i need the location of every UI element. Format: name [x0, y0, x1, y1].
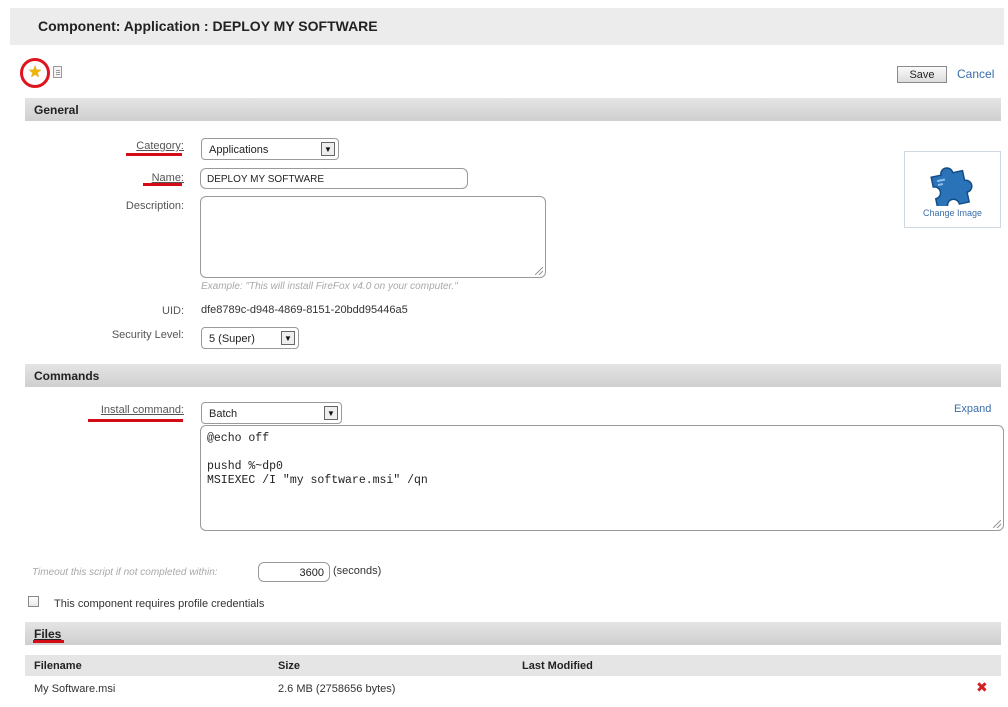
highlight-underline [126, 153, 182, 156]
profile-credentials-label: This component requires profile credenti… [54, 598, 265, 610]
section-title-files: Files [34, 627, 62, 641]
resize-grip-icon[interactable] [993, 520, 1001, 528]
timeout-input[interactable]: 3600 [258, 562, 330, 582]
page-title: Component: Application : DEPLOY MY SOFTW… [38, 18, 378, 34]
component-image[interactable]: Change Image [904, 151, 1001, 228]
section-title-commands: Commands [34, 369, 100, 383]
highlight-underline [88, 419, 183, 422]
category-select[interactable]: Applications ▼ [201, 138, 339, 160]
timeout-unit: (seconds) [333, 565, 382, 577]
description-label: Description: [125, 200, 184, 212]
save-button[interactable]: Save [897, 66, 947, 83]
star-icon: ★ [27, 64, 43, 81]
name-field[interactable]: DEPLOY MY SOFTWARE [200, 168, 468, 189]
uid-value: dfe8789c-d948-4869-8151-20bdd95446a5 [201, 304, 408, 316]
file-name-cell: My Software.msi [34, 683, 116, 695]
highlight-underline [143, 183, 182, 186]
section-header-files: Files [25, 622, 1001, 645]
highlight-underline [33, 640, 64, 643]
expand-link[interactable]: Expand [954, 403, 991, 415]
title-bar: Component: Application : DEPLOY MY SOFTW… [10, 8, 1004, 45]
profile-credentials-checkbox[interactable] [28, 596, 39, 607]
section-header-commands: Commands [25, 364, 1001, 387]
column-header-filename: Filename [34, 660, 82, 672]
install-command-label: Install command: [100, 404, 184, 416]
timeout-label: Timeout this script if not completed wit… [32, 567, 218, 578]
cancel-link[interactable]: Cancel [957, 67, 994, 81]
description-hint: Example: "This will install FireFox v4.0… [201, 281, 458, 292]
delete-file-icon[interactable]: ✖ [976, 680, 988, 694]
puzzle-piece-icon [930, 167, 973, 210]
security-level-value: 5 (Super) [209, 333, 255, 345]
category-label: Category: [136, 140, 184, 152]
security-level-select[interactable]: 5 (Super) ▼ [201, 327, 299, 349]
files-table-header: Filename Size Last Modified [25, 655, 1001, 676]
install-command-type-select[interactable]: Batch ▼ [201, 402, 342, 424]
file-size-cell: 2.6 MB (2758656 bytes) [278, 683, 396, 695]
favorite-star-button[interactable]: ★ [20, 58, 50, 88]
uid-label: UID: [162, 305, 184, 317]
install-script-editor[interactable]: @echo off pushd %~dp0 MSIEXEC /I "my sof… [200, 425, 1004, 531]
chevron-down-icon: ▼ [281, 331, 295, 345]
security-level-label: Security Level: [111, 329, 184, 341]
document-icon[interactable] [53, 66, 62, 78]
chevron-down-icon: ▼ [321, 142, 335, 156]
timeout-value: 3600 [299, 567, 324, 579]
resize-grip-icon[interactable] [535, 267, 543, 275]
install-command-type-value: Batch [209, 408, 238, 420]
install-script-text: @echo off pushd %~dp0 MSIEXEC /I "my sof… [207, 432, 428, 487]
name-field-value: DEPLOY MY SOFTWARE [207, 174, 325, 185]
chevron-down-icon: ▼ [324, 406, 338, 420]
description-field[interactable] [200, 196, 546, 278]
column-header-size: Size [278, 660, 301, 672]
column-header-last-modified: Last Modified [522, 660, 593, 672]
section-title-general: General [34, 103, 79, 117]
category-select-value: Applications [209, 144, 269, 156]
change-image-link[interactable]: Change Image [905, 208, 1000, 218]
section-header-general: General [25, 98, 1001, 121]
